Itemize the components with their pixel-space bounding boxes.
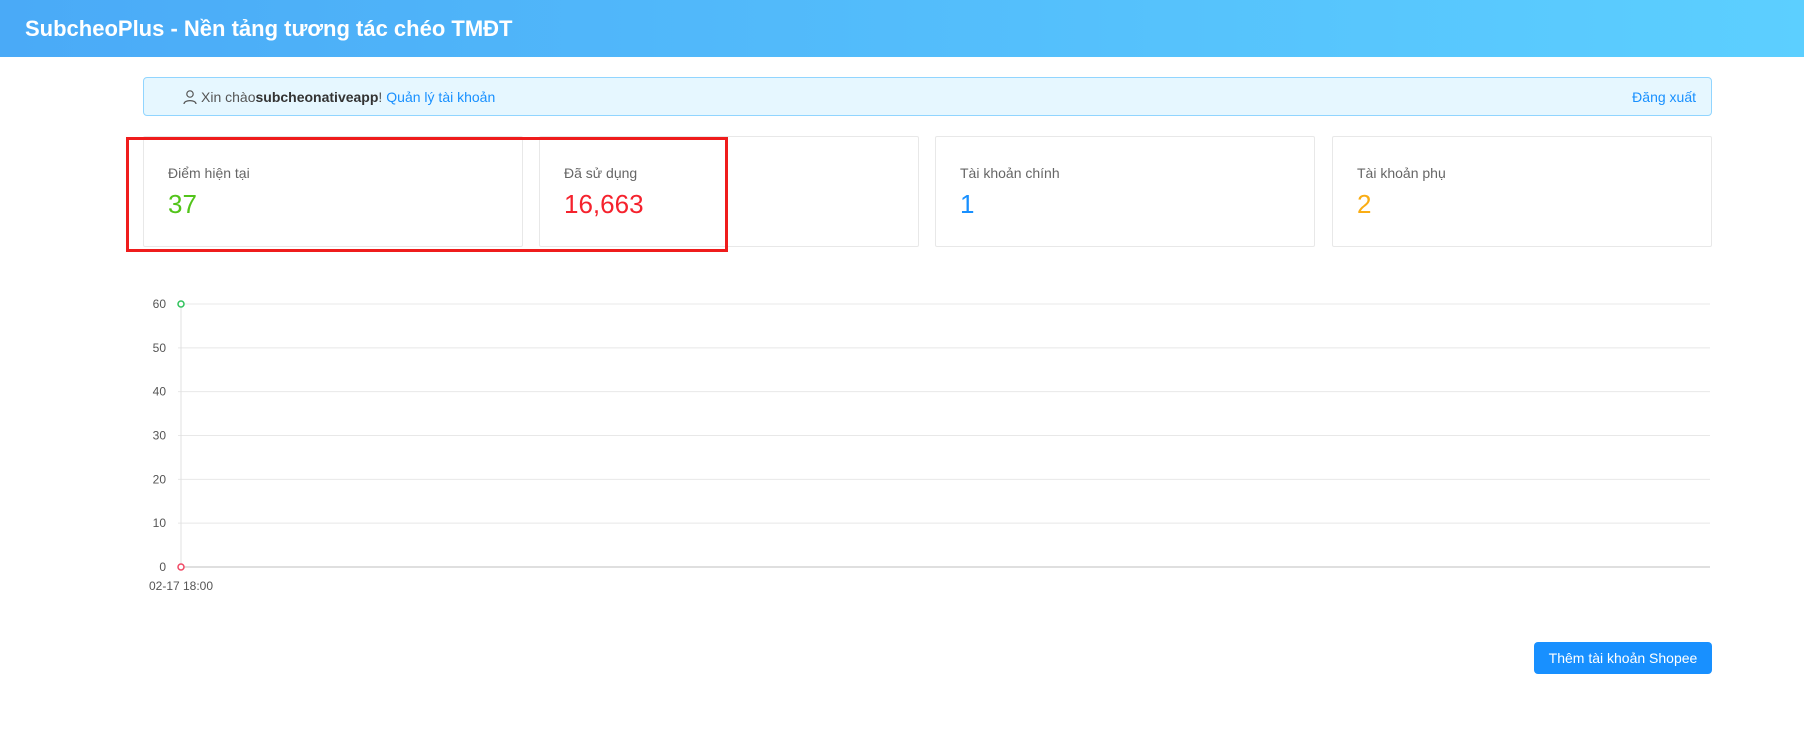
manage-account-link[interactable]: Quản lý tài khoản [386,89,495,105]
points-chart: 0 10 20 30 40 50 60 02-17 18:00 [149,297,1710,593]
used-points-card: Đã sử dụng 16,663 [539,136,919,247]
sub-accounts-label: Tài khoản phụ [1357,165,1446,181]
y-tick-label: 30 [153,429,167,443]
app-header: SubcheoPlus - Nền tảng tương tác chéo TM… [0,0,1804,57]
user-icon [182,89,198,105]
main-accounts-card: Tài khoản chính 1 [935,136,1315,247]
sub-accounts-card: Tài khoản phụ 2 [1332,136,1712,247]
used-points-value: 16,663 [564,189,644,219]
sub-accounts-value: 2 [1357,189,1372,219]
main-accounts-value: 1 [960,189,975,219]
y-tick-label: 60 [153,297,167,311]
data-point [177,563,185,571]
y-tick-label: 10 [153,516,167,530]
add-shopee-account-button[interactable]: Thêm tài khoản Shopee [1534,642,1712,674]
welcome-message: Xin chào subcheonativeapp ! Quản lý tài … [182,89,495,105]
y-tick-label: 20 [153,472,167,486]
x-tick-label: 02-17 18:00 [149,579,213,593]
app-title: SubcheoPlus - Nền tảng tương tác chéo TM… [25,15,513,41]
y-tick-label: 40 [153,385,167,399]
y-tick-label: 0 [159,560,166,574]
current-points-label: Điểm hiện tại [168,165,250,181]
logout-link[interactable]: Đăng xuất [1632,89,1696,105]
y-tick-label: 50 [153,341,167,355]
main-accounts-label: Tài khoản chính [960,165,1060,181]
greeting-text: Xin chào [201,88,256,105]
greeting-exclaim: ! [378,88,383,105]
current-points-card: Điểm hiện tại 37 [143,136,523,247]
username: subcheonativeapp [255,88,379,105]
current-points-value: 37 [168,189,197,219]
data-point [177,300,185,308]
used-points-label: Đã sử dụng [564,165,638,181]
welcome-bar: Xin chào subcheonativeapp ! Quản lý tài … [143,77,1712,116]
